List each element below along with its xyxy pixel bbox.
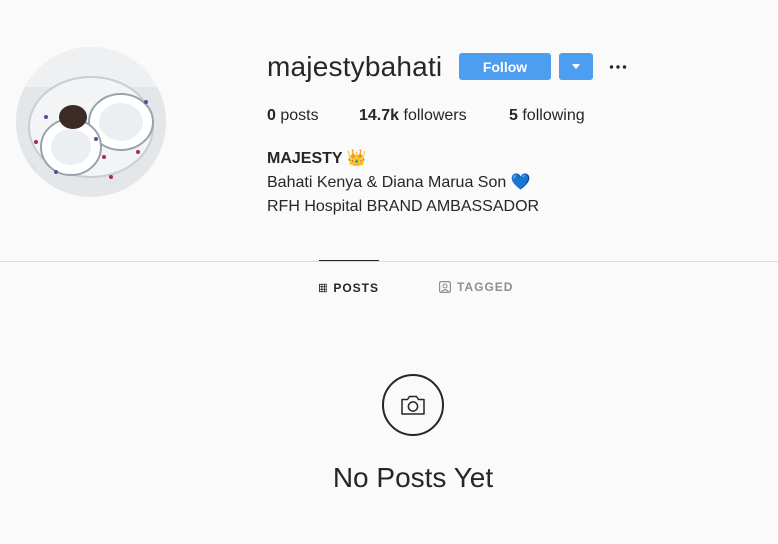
tabs-divider: [0, 261, 778, 262]
posts-count: 0: [267, 107, 276, 124]
following-count: 5: [509, 107, 518, 124]
avatar-image: [16, 47, 166, 197]
caret-down-icon: [572, 63, 580, 69]
profile-avatar[interactable]: [16, 47, 166, 197]
followers-count: 14.7k: [359, 107, 400, 124]
followers-label: followers: [403, 107, 467, 124]
tab-posts[interactable]: POSTS: [319, 260, 379, 314]
more-options-button[interactable]: [604, 55, 632, 79]
tab-tagged-label: TAGGED: [457, 280, 514, 294]
empty-state-title: No Posts Yet: [332, 462, 494, 493]
posts-stat: 0 posts: [267, 107, 319, 125]
profile-bio: MAJESTY 👑 Bahati Kenya & Diana Marua Son…: [267, 147, 539, 219]
followers-stat[interactable]: 14.7k followers: [359, 107, 467, 125]
posts-label: posts: [280, 107, 319, 124]
grid-icon: [319, 283, 328, 292]
bio-line-2: RFH Hospital BRAND AMBASSADOR: [267, 198, 540, 215]
tab-tagged[interactable]: TAGGED: [439, 260, 513, 314]
following-label: following: [522, 107, 585, 124]
empty-state-camera-circle: [382, 374, 444, 436]
tab-posts-label: POSTS: [333, 280, 379, 295]
profile-username: majestybahati: [267, 51, 443, 82]
suggestions-dropdown-button[interactable]: [559, 53, 593, 80]
tag-portrait-icon: [439, 281, 451, 293]
bio-line-1: Bahati Kenya & Diana Marua Son 💙: [267, 174, 531, 191]
profile-display-name: MAJESTY 👑: [267, 150, 367, 167]
following-stat[interactable]: 5 following: [509, 107, 585, 125]
follow-button[interactable]: Follow: [459, 53, 551, 80]
ellipsis-icon: [609, 65, 627, 69]
camera-icon: [401, 395, 425, 415]
